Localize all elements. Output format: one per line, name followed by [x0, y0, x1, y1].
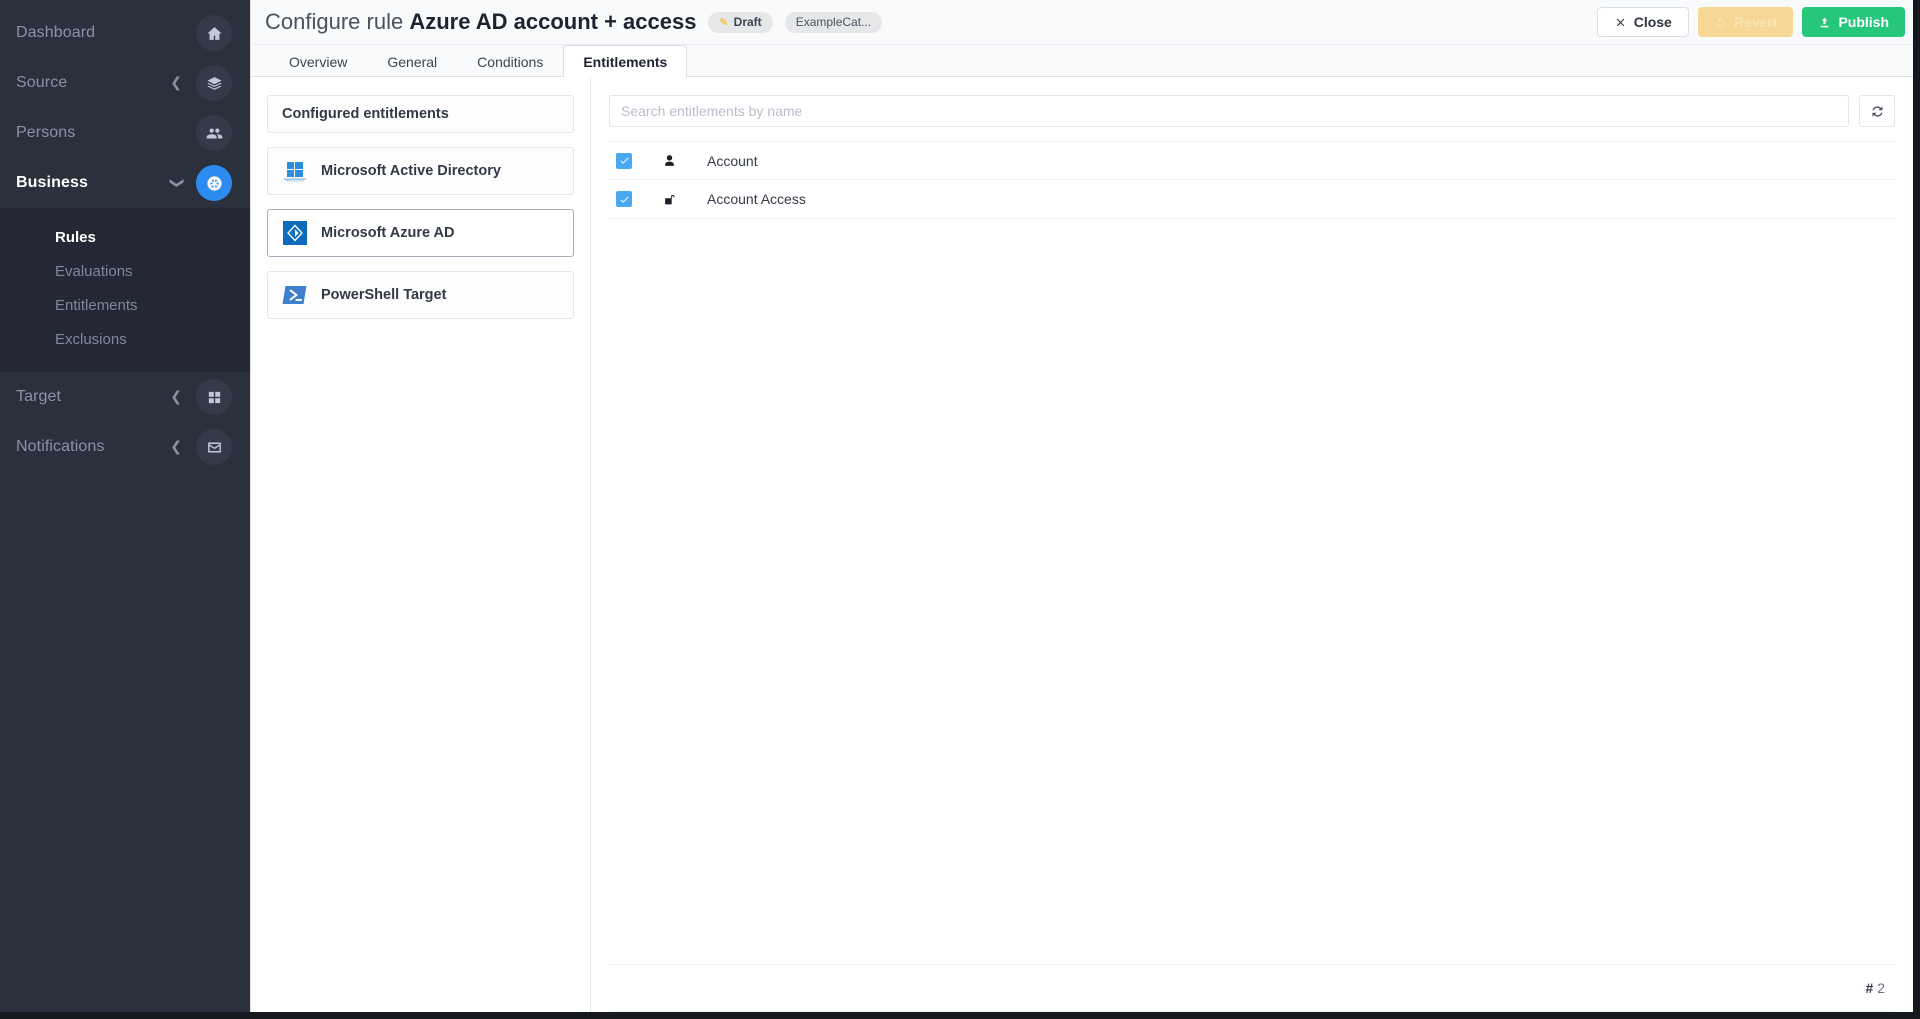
sidebar-subitem-label: Rules	[55, 228, 96, 246]
tab-label: Overview	[289, 53, 348, 70]
status-badge-label: Draft	[733, 15, 762, 29]
entitlement-name: Account Access	[707, 191, 806, 207]
sidebar-item-source[interactable]: Source ❮	[0, 58, 250, 108]
close-icon	[1616, 18, 1625, 26]
check-icon	[620, 157, 629, 164]
count-symbol: #	[1865, 980, 1874, 996]
sidebar-item-exclusions[interactable]: Exclusions	[0, 322, 250, 356]
entitlements-list: Account Account Access	[609, 141, 1895, 219]
tab-entitlements[interactable]: Entitlements	[563, 45, 688, 77]
sidebar-item-label: Business	[16, 174, 88, 191]
main-area: Configure rule Azure AD account + access…	[250, 0, 1913, 1012]
chevron-down-icon: ❮	[168, 177, 185, 189]
close-button-label: Close	[1633, 14, 1672, 30]
revert-button[interactable]: Revert	[1697, 7, 1794, 37]
chevron-left-icon: ❮	[170, 75, 182, 91]
status-badge: ✎ Draft	[708, 11, 773, 33]
unlock-icon	[659, 193, 679, 206]
tab-label: General	[387, 53, 438, 70]
category-badge-label: ExampleCat...	[795, 15, 872, 29]
configured-entitlements-header: Configured entitlements	[267, 95, 574, 133]
sidebar-item-rules[interactable]: Rules	[0, 220, 250, 254]
publish-button-label: Publish	[1838, 14, 1889, 30]
revert-button-label: Revert	[1733, 14, 1778, 30]
entitlement-count: # 2	[1866, 980, 1885, 996]
entitlement-checkbox[interactable]	[616, 152, 632, 169]
close-button[interactable]: Close	[1596, 7, 1689, 37]
sidebar-item-label: Persons	[16, 124, 76, 141]
home-icon	[196, 15, 232, 51]
system-card-powershell[interactable]: PowerShell Target	[267, 271, 574, 319]
search-input[interactable]	[609, 95, 1849, 127]
entitlements-footer: # 2	[609, 964, 1895, 1012]
check-icon	[620, 196, 629, 203]
sidebar-item-label: Source	[16, 74, 68, 91]
pencil-icon: ✎	[719, 16, 729, 29]
sidebar-item-persons[interactable]: Persons	[0, 108, 250, 158]
entitlements-panel: Account Account Access	[591, 77, 1913, 1012]
entitlement-row[interactable]: Account	[609, 141, 1895, 180]
sidebar-item-target[interactable]: Target ❮	[0, 372, 250, 422]
main-sidebar: Dashboard Source ❮ Persons Business ❮ Ru…	[0, 0, 250, 1012]
sidebar-item-business[interactable]: Business ❮	[0, 158, 250, 208]
panel-header-label: Configured entitlements	[282, 106, 449, 122]
refresh-icon	[1872, 105, 1882, 117]
page-title-rule-name: Azure AD account + access	[409, 9, 697, 34]
powershell-icon	[282, 282, 308, 308]
search-row	[609, 95, 1895, 127]
page-header: Configure rule Azure AD account + access…	[251, 0, 1913, 45]
configured-entitlements-panel: Configured entitlements Microsoft Active…	[251, 77, 591, 1012]
sidebar-item-dashboard[interactable]: Dashboard	[0, 8, 250, 58]
sidebar-subitem-label: Evaluations	[55, 262, 133, 280]
grid-icon	[196, 379, 232, 415]
entitlement-checkbox[interactable]	[616, 191, 632, 207]
application-window: Dashboard Source ❮ Persons Business ❮ Ru…	[0, 0, 1920, 1019]
sidebar-item-label: Dashboard	[16, 24, 96, 41]
people-icon	[196, 115, 232, 151]
category-badge[interactable]: ExampleCat...	[784, 11, 883, 33]
system-card-active-directory[interactable]: Microsoft Active Directory	[267, 147, 574, 195]
tab-overview[interactable]: Overview	[269, 45, 367, 77]
sidebar-subitem-label: Exclusions	[55, 330, 127, 348]
system-card-label: Microsoft Azure AD	[321, 225, 455, 241]
count-value: 2	[1877, 980, 1885, 996]
system-card-azure-ad[interactable]: Microsoft Azure AD	[267, 209, 574, 257]
sidebar-item-notifications[interactable]: Notifications ❮	[0, 422, 250, 472]
sidebar-item-evaluations[interactable]: Evaluations	[0, 254, 250, 288]
tab-bar: Overview General Conditions Entitlements	[251, 45, 1913, 77]
entitlement-name: Account	[707, 152, 758, 169]
upload-icon	[1821, 17, 1829, 27]
sidebar-item-label: Notifications	[16, 438, 105, 455]
revert-icon	[1716, 16, 1725, 27]
publish-button[interactable]: Publish	[1802, 7, 1905, 37]
system-card-label: Microsoft Active Directory	[321, 163, 501, 179]
tab-label: Conditions	[477, 53, 544, 70]
layers-icon	[196, 65, 232, 101]
page-title: Configure rule Azure AD account + access	[265, 9, 696, 35]
tab-general[interactable]: General	[367, 45, 457, 77]
chevron-left-icon: ❮	[170, 439, 182, 455]
tab-content: Configured entitlements Microsoft Active…	[251, 77, 1913, 1012]
system-card-label: PowerShell Target	[321, 287, 447, 303]
tab-label: Entitlements	[583, 53, 668, 70]
person-icon	[659, 154, 679, 167]
refresh-button[interactable]	[1859, 95, 1895, 127]
business-icon	[196, 165, 232, 201]
page-title-prefix: Configure rule	[265, 9, 404, 34]
envelope-icon	[196, 429, 232, 465]
entitlement-row[interactable]: Account Access	[609, 180, 1895, 219]
azure-ad-icon	[282, 220, 308, 246]
business-submenu: Rules Evaluations Entitlements Exclusion…	[0, 208, 250, 372]
sidebar-item-entitlements[interactable]: Entitlements	[0, 288, 250, 322]
sidebar-subitem-label: Entitlements	[55, 296, 138, 314]
windows-ad-icon	[282, 158, 308, 184]
sidebar-item-label: Target	[16, 388, 62, 405]
tab-conditions[interactable]: Conditions	[457, 45, 563, 77]
chevron-left-icon: ❮	[170, 389, 182, 405]
